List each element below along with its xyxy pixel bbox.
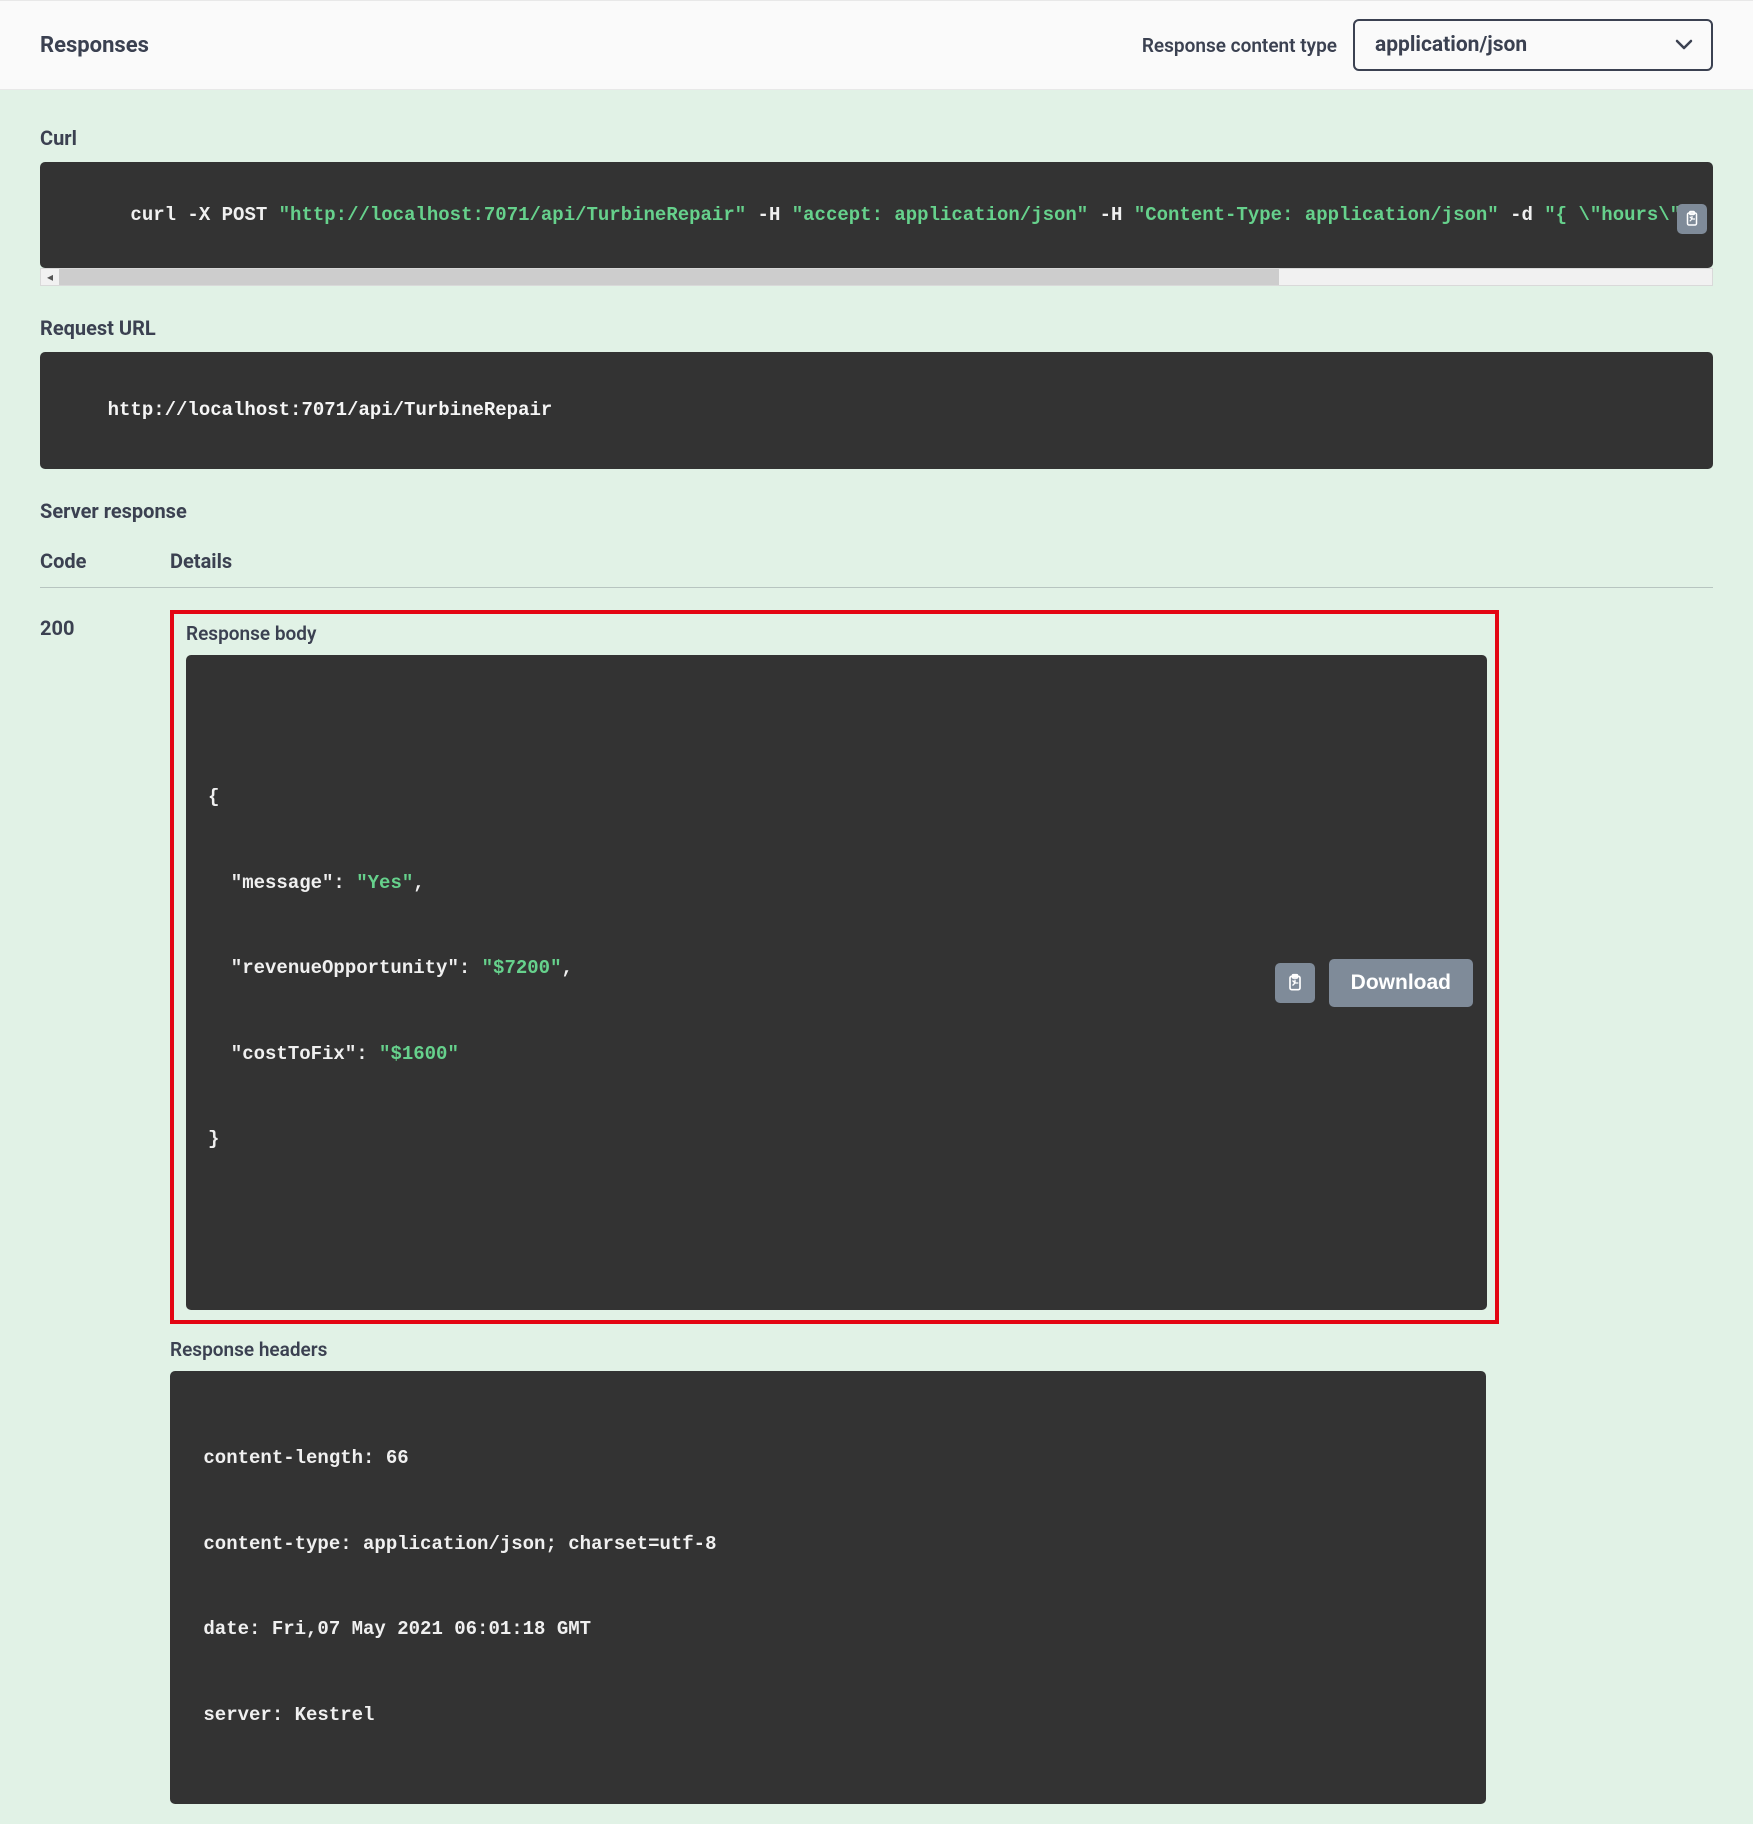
response-headers-box[interactable]: content-length: 66 content-type: applica… <box>170 1371 1486 1804</box>
curl-command-text: curl -X POST "http://localhost:7071/api/… <box>130 204 1692 226</box>
scroll-left-arrow-icon[interactable]: ◂ <box>41 270 59 284</box>
copy-response-button[interactable] <box>1275 963 1315 1003</box>
content-type-value: application/json <box>1375 33 1527 57</box>
header-line: content-length: 66 <box>192 1444 1464 1473</box>
status-code: 200 <box>40 610 170 1804</box>
response-table-header: Code Details <box>40 549 1713 588</box>
curl-label: Curl <box>40 126 1713 150</box>
content-type-select[interactable]: application/json <box>1353 19 1713 71</box>
server-response-label: Server response <box>40 499 1713 523</box>
response-body-label: Response body <box>186 622 1487 645</box>
download-button[interactable]: Download <box>1329 959 1473 1007</box>
response-details: Response body { "message": "Yes", "reven… <box>170 610 1713 1804</box>
request-url-label: Request URL <box>40 316 1713 340</box>
curl-section: curl -X POST "http://localhost:7071/api/… <box>40 162 1713 286</box>
column-header-details: Details <box>170 549 232 573</box>
response-body-box[interactable]: { "message": "Yes", "revenueOpportunity"… <box>186 655 1487 1310</box>
copy-curl-button[interactable] <box>1677 204 1707 234</box>
clipboard-icon <box>1683 210 1701 228</box>
clipboard-icon <box>1285 973 1305 993</box>
response-body-highlight-box: Response body { "message": "Yes", "reven… <box>170 610 1499 1324</box>
main-content: Curl curl -X POST "http://localhost:7071… <box>0 90 1753 1824</box>
request-url-box[interactable]: http://localhost:7071/api/TurbineRepair <box>40 352 1713 470</box>
content-type-wrap: Response content type application/json <box>1142 19 1713 71</box>
responses-title: Responses <box>40 33 149 58</box>
response-headers-label: Response headers <box>170 1338 1713 1361</box>
request-url-value: http://localhost:7071/api/TurbineRepair <box>108 399 553 421</box>
horizontal-scrollbar[interactable]: ◂ <box>40 268 1713 286</box>
header-line: content-type: application/json; charset=… <box>192 1530 1464 1559</box>
response-row: 200 Response body { "message": "Yes", "r… <box>40 610 1713 1804</box>
responses-header: Responses Response content type applicat… <box>0 0 1753 90</box>
header-line: server: Kestrel <box>192 1701 1464 1730</box>
scrollbar-thumb[interactable] <box>59 269 1279 285</box>
header-line: date: Fri,07 May 2021 06:01:18 GMT <box>192 1615 1464 1644</box>
curl-command-box[interactable]: curl -X POST "http://localhost:7071/api/… <box>40 162 1713 268</box>
column-header-code: Code <box>40 549 170 573</box>
response-body-actions: Download <box>1275 959 1473 1007</box>
content-type-label: Response content type <box>1142 34 1337 57</box>
response-headers-section: Response headers content-length: 66 cont… <box>170 1338 1713 1804</box>
chevron-down-icon <box>1675 39 1693 51</box>
